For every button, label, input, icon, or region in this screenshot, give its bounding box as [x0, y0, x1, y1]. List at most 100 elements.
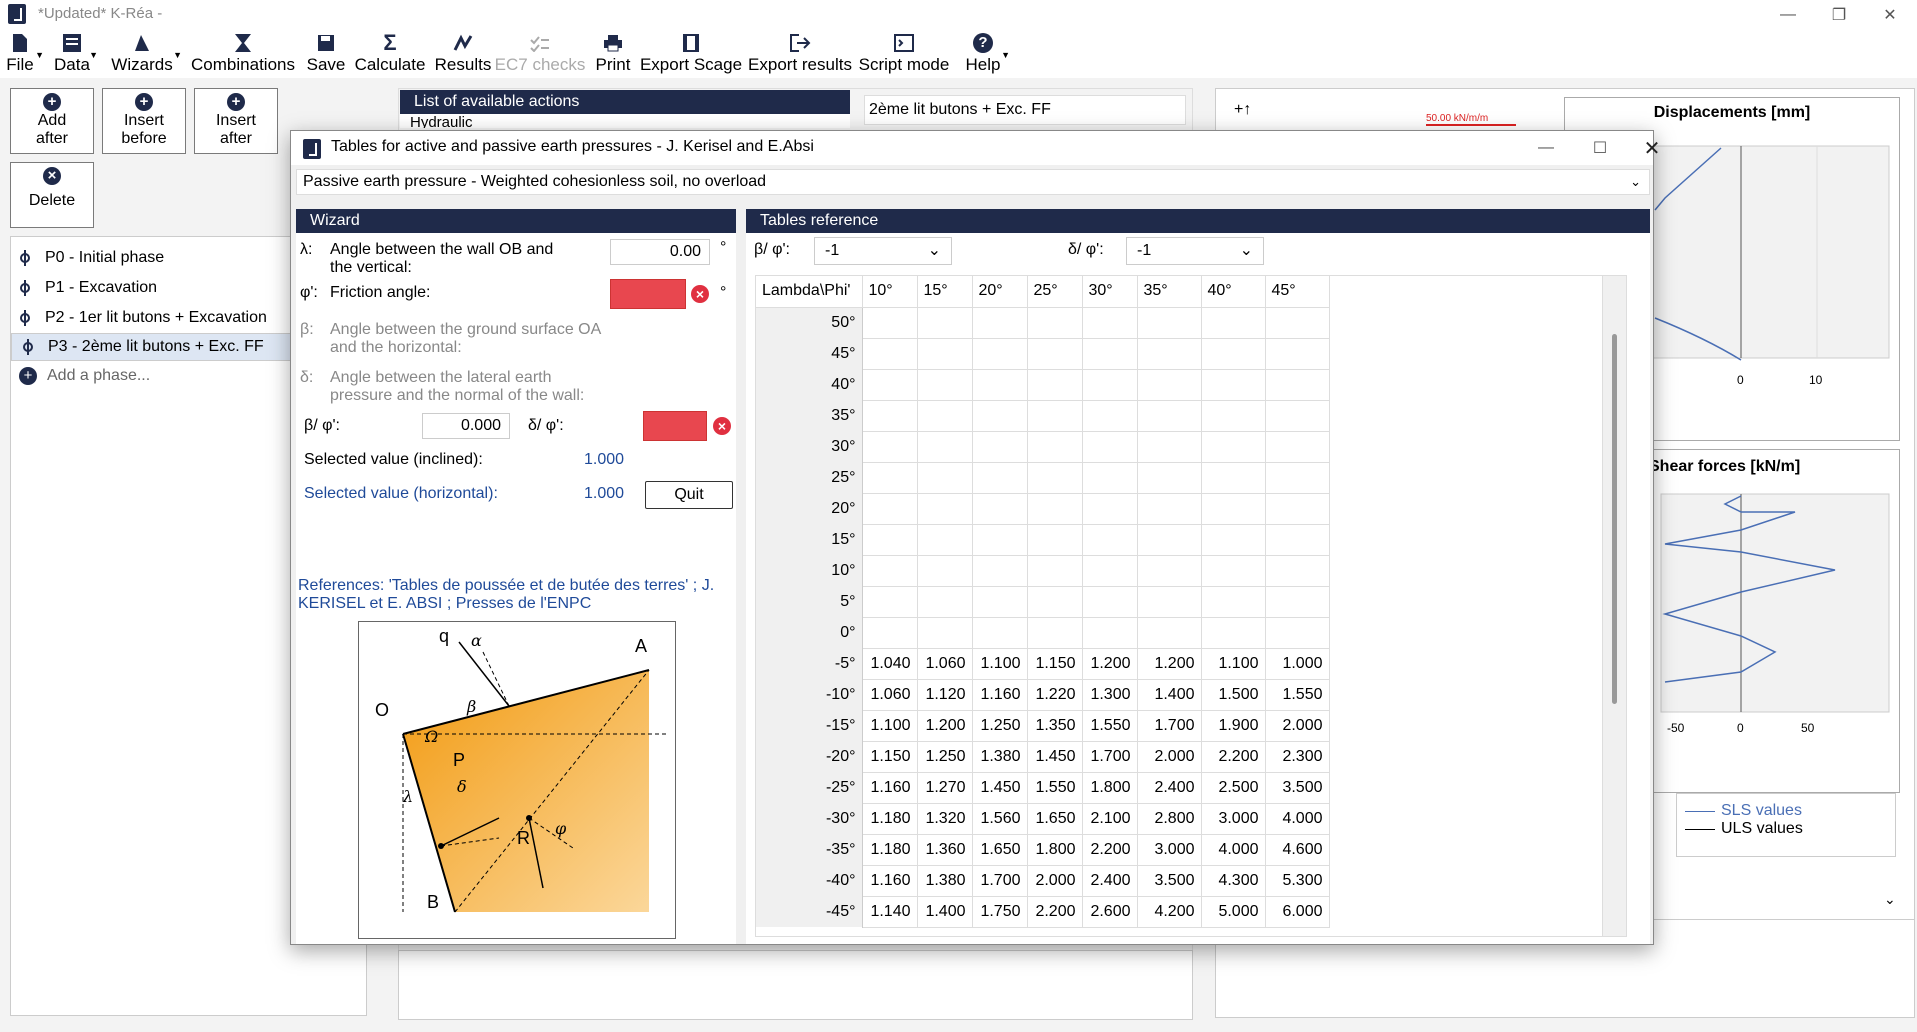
table-cell[interactable]: 1.400: [916, 895, 973, 928]
table-cell[interactable]: [1200, 399, 1266, 432]
table-cell[interactable]: [1081, 585, 1138, 618]
table-cell[interactable]: 4.600: [1264, 833, 1330, 866]
phi-input[interactable]: [610, 279, 686, 309]
table-cell[interactable]: 2.400: [1081, 864, 1138, 897]
close-icon[interactable]: ✕: [1867, 0, 1913, 30]
dialog-close-icon[interactable]: ✕: [1629, 133, 1675, 163]
restore-icon[interactable]: ❐: [1816, 0, 1862, 30]
delta-phi-input[interactable]: [643, 411, 707, 441]
row-header[interactable]: 35°: [756, 400, 863, 431]
table-cell[interactable]: [1081, 430, 1138, 463]
table-cell[interactable]: [916, 368, 973, 401]
table-cell[interactable]: [1264, 368, 1330, 401]
table-cell[interactable]: [916, 461, 973, 494]
combinations-button[interactable]: Combinations: [191, 30, 295, 78]
table-cell[interactable]: [1081, 492, 1138, 525]
column-header[interactable]: 35°: [1137, 276, 1202, 308]
table-cell[interactable]: [1200, 306, 1266, 339]
table-cell[interactable]: 1.180: [861, 802, 918, 835]
table-cell[interactable]: [861, 399, 918, 432]
table-cell[interactable]: [1081, 337, 1138, 370]
table-cell[interactable]: [1026, 492, 1083, 525]
table-cell[interactable]: [1026, 306, 1083, 339]
table-cell[interactable]: 2.300: [1264, 740, 1330, 773]
table-cell[interactable]: 1.100: [861, 709, 918, 742]
table-cell[interactable]: 1.200: [1081, 647, 1138, 680]
table-cell[interactable]: [1264, 399, 1330, 432]
table-cell[interactable]: [1136, 585, 1202, 618]
table-cell[interactable]: 2.000: [1026, 864, 1083, 897]
table-cell[interactable]: [1136, 616, 1202, 649]
table-cell[interactable]: [1136, 523, 1202, 556]
table-cell[interactable]: [916, 554, 973, 587]
delete-button[interactable]: × Delete: [10, 162, 94, 228]
table-cell[interactable]: 1.650: [1026, 802, 1083, 835]
row-header[interactable]: 30°: [756, 431, 863, 462]
row-header[interactable]: 45°: [756, 338, 863, 369]
table-cell[interactable]: 1.160: [861, 771, 918, 804]
row-header[interactable]: -15°: [756, 710, 863, 741]
row-header[interactable]: -20°: [756, 741, 863, 772]
table-cell[interactable]: [1264, 306, 1330, 339]
table-cell[interactable]: [1136, 554, 1202, 587]
table-cell[interactable]: [1264, 616, 1330, 649]
row-header[interactable]: 5°: [756, 586, 863, 617]
table-cell[interactable]: 2.200: [1200, 740, 1266, 773]
table-cell[interactable]: 1.220: [1026, 678, 1083, 711]
table-cell[interactable]: 1.550: [1264, 678, 1330, 711]
calculate-button[interactable]: Σ Calculate: [354, 30, 426, 78]
row-header[interactable]: -25°: [756, 772, 863, 803]
table-cell[interactable]: [971, 616, 1028, 649]
table-cell[interactable]: 1.550: [1026, 771, 1083, 804]
table-cell[interactable]: [916, 616, 973, 649]
table-cell[interactable]: 2.200: [1026, 895, 1083, 928]
ec7-checks-button[interactable]: EC7 checks: [495, 30, 585, 78]
column-header[interactable]: 25°: [1027, 276, 1083, 308]
table-cell[interactable]: 2.000: [1136, 740, 1202, 773]
table-cell[interactable]: 1.800: [1026, 833, 1083, 866]
toolbar-arrows[interactable]: +↑: [1234, 101, 1251, 119]
table-cell[interactable]: 1.040: [861, 647, 918, 680]
table-cell[interactable]: 1.380: [971, 740, 1028, 773]
table-cell[interactable]: 3.500: [1136, 864, 1202, 897]
help-menu[interactable]: ? Help ▼: [964, 30, 1010, 78]
table-cell[interactable]: [1026, 430, 1083, 463]
action-item[interactable]: Hydraulic: [410, 114, 473, 128]
table-cell[interactable]: 1.140: [861, 895, 918, 928]
table-cell[interactable]: [971, 492, 1028, 525]
table-cell[interactable]: [971, 585, 1028, 618]
table-cell[interactable]: [1081, 399, 1138, 432]
row-header[interactable]: 50°: [756, 307, 863, 338]
table-cell[interactable]: [916, 337, 973, 370]
table-cell[interactable]: [971, 523, 1028, 556]
table-cell[interactable]: 5.300: [1264, 864, 1330, 897]
chevron-down-icon[interactable]: ⌄: [1884, 891, 1896, 908]
table-cell[interactable]: 1.900: [1200, 709, 1266, 742]
data-menu[interactable]: Data ▼: [54, 30, 98, 78]
table-cell[interactable]: 1.700: [1081, 740, 1138, 773]
table-cell[interactable]: 1.200: [1136, 647, 1202, 680]
table-cell[interactable]: 4.000: [1200, 833, 1266, 866]
table-cell[interactable]: [1200, 461, 1266, 494]
row-header[interactable]: 25°: [756, 462, 863, 493]
table-cell[interactable]: 4.300: [1200, 864, 1266, 897]
table-cell[interactable]: 1.270: [916, 771, 973, 804]
table-cell[interactable]: 1.560: [971, 802, 1028, 835]
table-cell[interactable]: 1.120: [916, 678, 973, 711]
table-cell[interactable]: [1026, 554, 1083, 587]
table-cell[interactable]: [971, 399, 1028, 432]
table-cell[interactable]: 1.060: [916, 647, 973, 680]
table-cell[interactable]: [1026, 337, 1083, 370]
table-cell[interactable]: 1.250: [971, 709, 1028, 742]
table-cell[interactable]: 2.400: [1136, 771, 1202, 804]
table-cell[interactable]: [1081, 461, 1138, 494]
row-header[interactable]: 20°: [756, 493, 863, 524]
table-cell[interactable]: [1264, 430, 1330, 463]
table-cell[interactable]: [1264, 337, 1330, 370]
table-cell[interactable]: [861, 554, 918, 587]
dialog-minimize-icon[interactable]: —: [1523, 133, 1569, 163]
script-mode-button[interactable]: Script mode: [858, 30, 950, 78]
table-cell[interactable]: 2.200: [1081, 833, 1138, 866]
column-header[interactable]: 30°: [1082, 276, 1138, 308]
table-cell[interactable]: [1264, 554, 1330, 587]
